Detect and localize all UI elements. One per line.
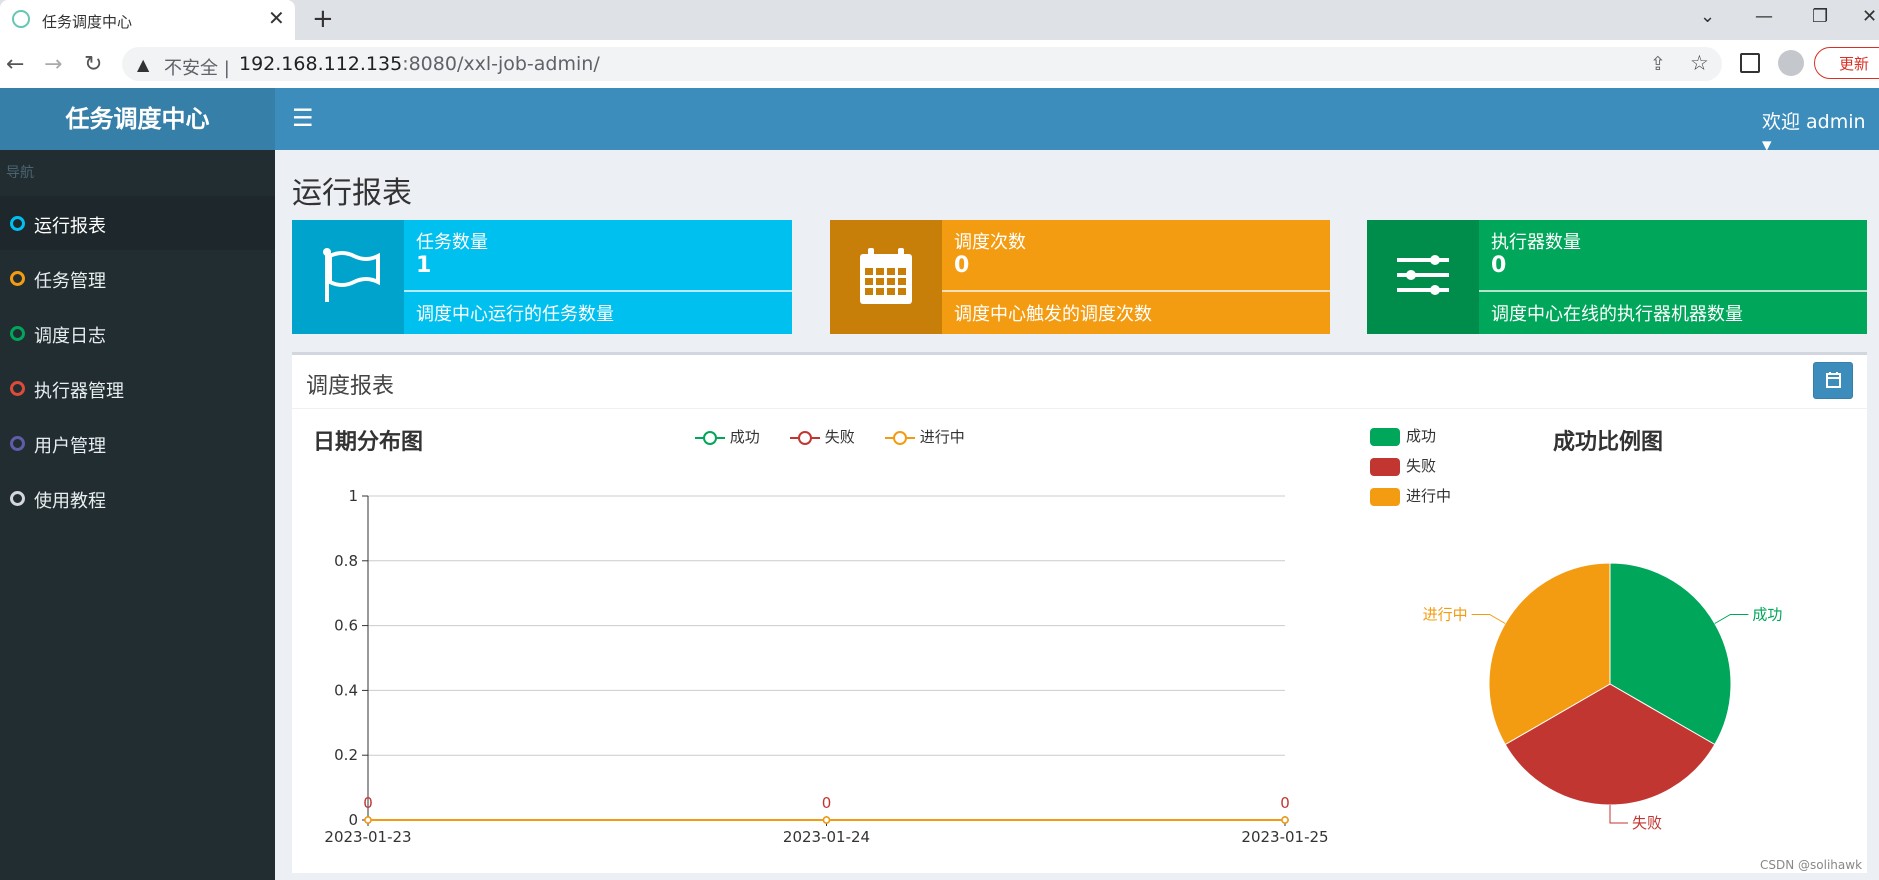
pie-label: 成功 (1752, 606, 1782, 624)
x-tick-label: 2023-01-23 (324, 828, 411, 846)
y-tick-label: 1 (348, 487, 358, 505)
data-label: 0 (822, 794, 832, 812)
data-label: 0 (1280, 794, 1290, 812)
line-chart: 0 0.2 0.4 0.6 0.8 1 2023-01-23 2023-01-24 2023-0… (324, 487, 1782, 846)
x-tick-label: 2023-01-24 (783, 828, 870, 846)
data-label: 0 (363, 794, 373, 812)
pie-label: 进行中 (1423, 606, 1468, 624)
y-tick-label: 0.8 (334, 552, 358, 570)
data-point (364, 816, 372, 824)
y-tick-label: 0.2 (334, 746, 358, 764)
pie-label-line (1471, 614, 1506, 624)
x-tick-label: 2023-01-25 (1241, 828, 1328, 846)
y-tick-label: 0.6 (334, 617, 358, 635)
data-point (822, 816, 831, 824)
pie-label: 失败 (1632, 814, 1662, 832)
data-point (1281, 816, 1289, 824)
y-tick-label: 0 (348, 811, 358, 829)
pie-label-line (1609, 805, 1628, 824)
y-tick-label: 0.4 (334, 681, 358, 699)
pie-label-line (1714, 614, 1749, 624)
watermark: CSDN @solihawk (1760, 858, 1863, 872)
